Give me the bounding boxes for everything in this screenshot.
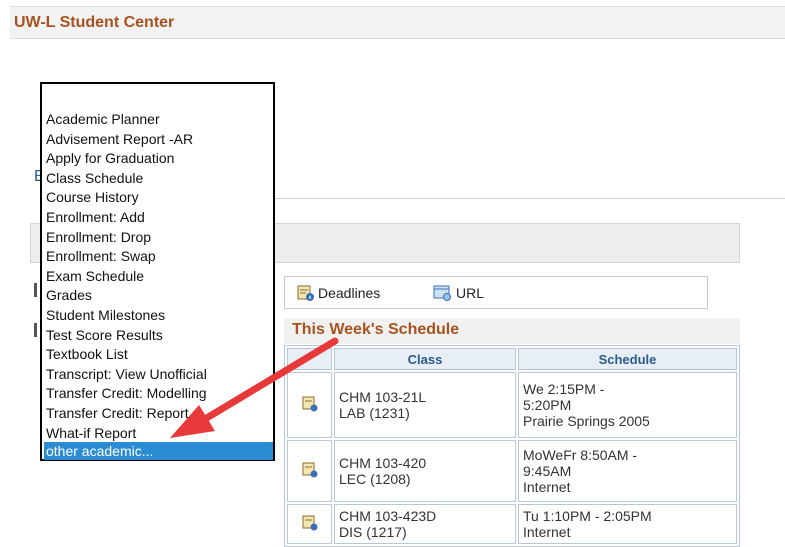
dropdown-option-enrollment-drop[interactable]: Enrollment: Drop [46, 228, 151, 248]
title-bar: UW-L Student Center [10, 6, 785, 39]
class-code: CHM 103-21L [339, 389, 427, 405]
schedule-cell: Tu 1:10PM - 2:05PM Internet [518, 504, 737, 544]
page-title: UW-L Student Center [14, 14, 175, 31]
table-row: CHM 103-423D DIS (1217) Tu 1:10PM - 2:05… [287, 504, 737, 544]
schedule-location: Internet [523, 524, 571, 540]
clipped-link-edge [34, 283, 37, 297]
url-link-icon [433, 285, 451, 301]
dropdown-option-exam-schedule[interactable]: Exam Schedule [46, 267, 144, 287]
dropdown-option-enrollment-swap[interactable]: Enrollment: Swap [46, 247, 156, 267]
deadlines-link[interactable]: Deadlines [297, 284, 380, 302]
quick-links-bar: Deadlines URL [284, 276, 708, 309]
schedule-title: This Week's Schedule [292, 321, 460, 338]
dropdown-option-course-history[interactable]: Course History [46, 188, 139, 208]
dropdown-option-textbook-list[interactable]: Textbook List [46, 345, 128, 365]
dropdown-option-apply-for-graduation[interactable]: Apply for Graduation [46, 149, 174, 169]
schedule-time: 5:20PM [523, 397, 572, 413]
dropdown-option-academic-planner[interactable]: Academic Planner [46, 110, 160, 130]
dropdown-option-transfer-credit-modelling[interactable]: Transfer Credit: Modelling [46, 384, 207, 404]
column-header-schedule: Schedule [518, 348, 737, 370]
url-link[interactable]: URL [433, 284, 484, 302]
class-section: DIS (1217) [339, 524, 407, 540]
schedule-header: This Week's Schedule [284, 318, 740, 344]
dropdown-option-other-academic-selected[interactable]: other academic... [44, 442, 273, 460]
url-label: URL [456, 285, 485, 301]
schedule-cell: MoWeFr 8:50AM - 9:45AM Internet [518, 440, 737, 502]
icon-column-header [287, 348, 332, 370]
dropdown-option-student-milestones[interactable]: Student Milestones [46, 306, 165, 326]
class-details-icon [302, 462, 317, 477]
class-details-icon [302, 515, 317, 530]
other-academic-dropdown-list[interactable]: Academic Planner Advisement Report -AR A… [40, 82, 275, 461]
dropdown-option-enrollment-add[interactable]: Enrollment: Add [46, 208, 145, 228]
schedule-location: Prairie Springs 2005 [523, 413, 650, 429]
class-section: LEC (1208) [339, 471, 411, 487]
class-details-icon-cell[interactable] [287, 504, 332, 544]
deadlines-label: Deadlines [318, 285, 381, 301]
table-row: CHM 103-420 LEC (1208) MoWeFr 8:50AM - 9… [287, 440, 737, 502]
class-section: LAB (1231) [339, 405, 410, 421]
dropdown-option-class-schedule[interactable]: Class Schedule [46, 169, 143, 189]
class-details-icon [302, 396, 317, 411]
class-cell: CHM 103-420 LEC (1208) [334, 440, 516, 502]
dropdown-option-advisement-report[interactable]: Advisement Report -AR [46, 130, 193, 150]
schedule-time: We 2:15PM - [523, 381, 605, 397]
selected-option-label: other academic... [46, 443, 154, 459]
column-header-class: Class [334, 348, 516, 370]
schedule-time: Tu 1:10PM - 2:05PM [523, 508, 652, 524]
schedule-time: MoWeFr 8:50AM - [523, 447, 638, 463]
divider [273, 198, 785, 199]
class-code: CHM 103-420 [339, 455, 427, 471]
schedule-table: Class Schedule CHM 103-21L LAB (1231) We… [284, 345, 740, 547]
dropdown-option-transcript-view-unofficial[interactable]: Transcript: View Unofficial [46, 365, 207, 385]
dropdown-option-grades[interactable]: Grades [46, 286, 92, 306]
dropdown-option-what-if-report[interactable]: What-if Report [46, 424, 136, 444]
dropdown-option-test-score-results[interactable]: Test Score Results [46, 326, 163, 346]
table-row: CHM 103-21L LAB (1231) We 2:15PM - 5:20P… [287, 372, 737, 438]
class-code: CHM 103-423D [339, 508, 437, 524]
schedule-time: 9:45AM [523, 463, 572, 479]
class-cell: CHM 103-423D DIS (1217) [334, 504, 516, 544]
class-cell: CHM 103-21L LAB (1231) [334, 372, 516, 438]
calendar-info-icon [297, 285, 314, 301]
class-details-icon-cell[interactable] [287, 440, 332, 502]
schedule-cell: We 2:15PM - 5:20PM Prairie Springs 2005 [518, 372, 737, 438]
clipped-link-edge [34, 323, 37, 337]
schedule-location: Internet [523, 479, 571, 495]
class-details-icon-cell[interactable] [287, 372, 332, 438]
dropdown-option-transfer-credit-report[interactable]: Transfer Credit: Report [46, 404, 189, 424]
